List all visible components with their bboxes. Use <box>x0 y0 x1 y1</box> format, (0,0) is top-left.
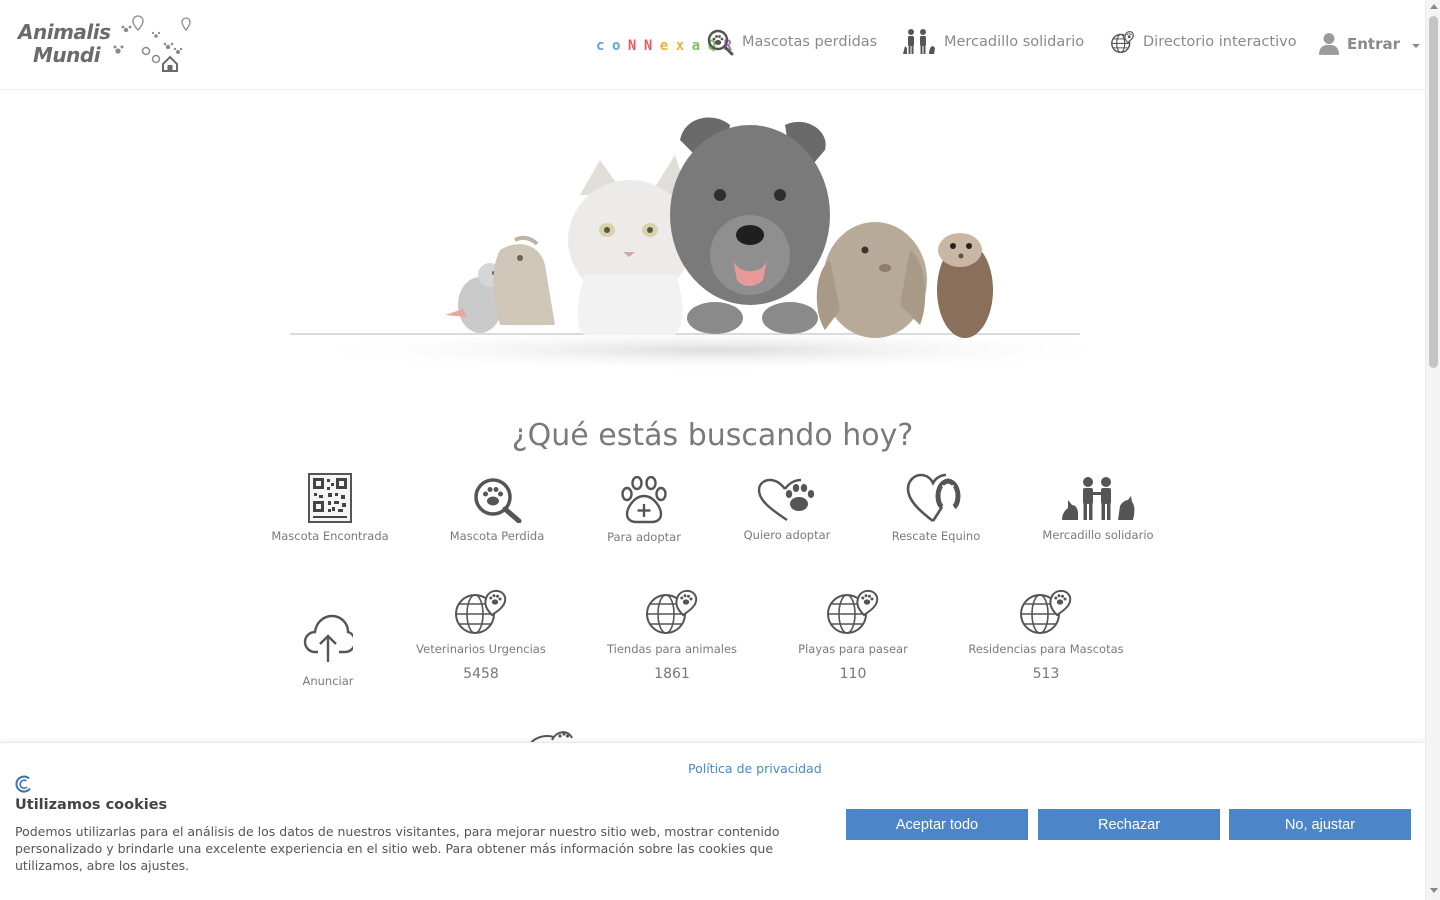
nav-lost-pets-label: Mascotas perdidas <box>742 34 878 50</box>
nav-login-label: Entrar <box>1347 35 1401 53</box>
tile-playas-para-pasear[interactable]: Playas para pasear 110 <box>795 588 911 682</box>
tile-quiero-adoptar[interactable]: Quiero adoptar <box>738 478 836 542</box>
tile-anunciar[interactable]: Anunciar <box>293 614 363 688</box>
tile-label: Mercadillo solidario <box>1042 528 1154 542</box>
qr-code-icon <box>308 473 352 523</box>
paw-plus-icon <box>621 476 667 524</box>
adjust-settings-button[interactable]: No, ajustar <box>1229 809 1411 840</box>
tile-veterinarios-urgencias[interactable]: Veterinarios Urgencias 5458 <box>414 588 548 682</box>
connexa-letter: x <box>675 38 684 54</box>
tile-count: 5458 <box>463 666 499 682</box>
connexa-letter: N <box>643 38 652 54</box>
tile-mascota-encontrada[interactable]: Mascota Encontrada <box>266 473 394 543</box>
tile-rescate-equino[interactable]: Rescate Equino <box>886 473 986 543</box>
site-logo[interactable]: Animalis Mundi <box>18 14 198 74</box>
scroll-up-arrow-icon[interactable] <box>1430 4 1438 9</box>
cookie-consent-banner: Política de privacidad Utilizamos cookie… <box>0 742 1425 900</box>
globe-paw-icon <box>1111 30 1134 53</box>
family-pets-icon <box>1062 477 1135 520</box>
scrollbar-thumb[interactable] <box>1429 16 1438 368</box>
tile-label: Rescate Equino <box>891 529 981 543</box>
hero-pets-illustration <box>290 117 1135 372</box>
tile-label: Mascota Perdida <box>449 529 545 543</box>
section-headline: ¿Qué estás buscando hoy? <box>511 418 914 453</box>
tile-count: 513 <box>1032 666 1060 682</box>
tile-label: Residencias para Mascotas <box>968 642 1124 656</box>
nav-directory[interactable]: Directorio interactivo <box>1110 26 1297 58</box>
heart-paw-icon <box>757 478 815 521</box>
family-pets-icon <box>903 29 935 54</box>
tile-label: Quiero adoptar <box>743 528 831 542</box>
logo-text-line2: Mundi <box>33 43 101 67</box>
nav-market[interactable]: Mercadillo solidario <box>902 26 1084 58</box>
nav-directory-label: Directorio interactivo <box>1143 34 1297 50</box>
user-icon <box>1319 33 1339 55</box>
connexa-letter: a <box>691 38 700 54</box>
tile-mercadillo-solidario[interactable]: Mercadillo solidario <box>1038 476 1158 542</box>
tile-label: Para adoptar <box>607 530 681 544</box>
reject-button[interactable]: Rechazar <box>1038 809 1220 840</box>
tile-label: Veterinarios Urgencias <box>416 642 546 656</box>
globe-paw-icon <box>646 589 698 634</box>
magnifier-paw-icon <box>707 29 734 56</box>
heart-horseshoe-icon <box>906 473 961 523</box>
magnifier-paw-icon <box>474 478 522 523</box>
tile-tiendas-para-animales[interactable]: Tiendas para animales 1861 <box>604 588 740 682</box>
nav-login-dropdown[interactable]: Entrar <box>1319 28 1421 60</box>
page: Animalis Mundi coNNexaQR Mascotas perdid… <box>0 0 1440 900</box>
tile-label: Mascota Encontrada <box>271 529 389 543</box>
cookie-description: Podemos utilizarlas para el análisis de … <box>15 824 780 873</box>
cookie-title: Utilizamos cookies <box>15 797 168 813</box>
tile-count: 1861 <box>654 666 690 682</box>
chevron-down-icon <box>1412 44 1421 48</box>
globe-paw-icon <box>1020 589 1072 634</box>
connexa-letter: o <box>611 38 620 54</box>
nav-lost-pets[interactable]: Mascotas perdidas <box>706 26 877 58</box>
cookie-consent-logo-icon <box>15 775 31 793</box>
globe-paw-icon <box>455 589 507 634</box>
tile-label: Playas para pasear <box>798 642 908 656</box>
scroll-down-arrow-icon[interactable] <box>1430 888 1438 893</box>
page-scrollbar[interactable] <box>1425 0 1440 900</box>
connexa-letter: e <box>659 38 668 54</box>
nav-market-label: Mercadillo solidario <box>944 34 1085 50</box>
top-navbar: Animalis Mundi coNNexaQR Mascotas perdid… <box>0 0 1425 90</box>
tile-count: 110 <box>839 666 867 682</box>
tile-residencias-para-mascotas[interactable]: Residencias para Mascotas 513 <box>964 588 1128 682</box>
tile-para-adoptar[interactable]: Para adoptar <box>600 476 688 544</box>
logo-text-line1: Animalis <box>18 20 111 44</box>
globe-paw-icon <box>827 589 879 634</box>
tile-label: Tiendas para animales <box>606 642 738 656</box>
tile-label: Anunciar <box>302 674 354 688</box>
tile-mascota-perdida[interactable]: Mascota Perdida <box>440 477 554 543</box>
connexa-letter: c <box>596 38 604 54</box>
cloud-upload-icon <box>303 614 353 662</box>
privacy-policy-link[interactable]: Política de privacidad <box>688 761 822 776</box>
accept-all-button[interactable]: Aceptar todo <box>846 809 1028 840</box>
connexa-letter: N <box>627 38 636 54</box>
